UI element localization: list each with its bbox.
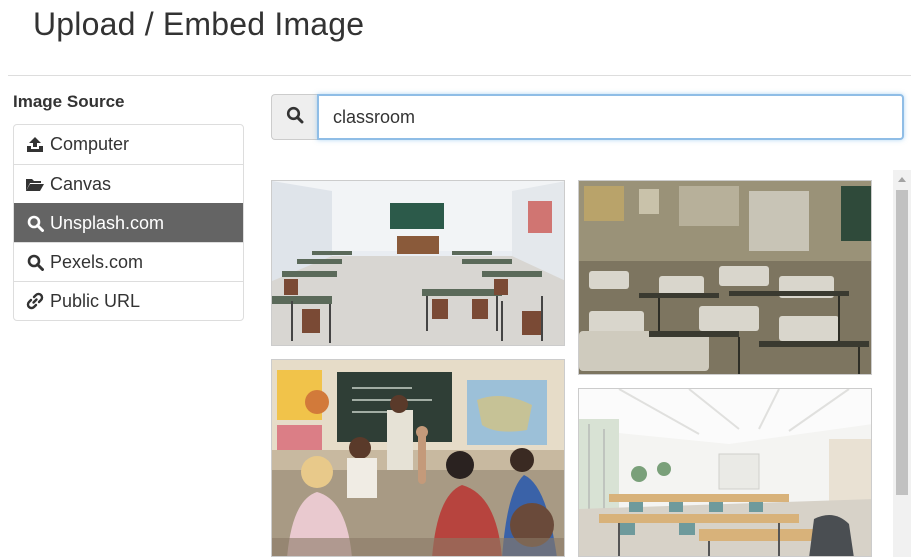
sidebar-item-canvas[interactable]: Canvas (14, 164, 243, 203)
image-results-grid (271, 170, 891, 557)
sidebar-item-label: Computer (50, 134, 130, 154)
sidebar-item-public-url[interactable]: Public URL (14, 281, 243, 320)
sidebar-item-computer[interactable]: Computer (14, 125, 243, 164)
result-image[interactable] (578, 388, 872, 557)
image-source-list: Computer Canvas Unsplash.com Pexels.com (13, 124, 244, 321)
sidebar-item-label: Canvas (50, 173, 112, 194)
sidebar-item-label: Pexels.com (50, 251, 144, 272)
sidebar-item-pexels[interactable]: Pexels.com (14, 242, 243, 281)
sidebar-item-label: Unsplash.com (50, 212, 165, 233)
search-button[interactable] (271, 94, 317, 140)
search-input[interactable] (317, 94, 904, 140)
search-icon (286, 106, 304, 129)
header-divider (8, 75, 911, 76)
results-scrollbar[interactable] (893, 170, 911, 557)
result-image[interactable] (271, 180, 565, 346)
sidebar-heading: Image Source (13, 92, 125, 111)
close-icon[interactable] (905, 20, 911, 30)
dialog-title: Upload / Embed Image (33, 6, 365, 42)
result-image[interactable] (271, 359, 565, 557)
result-image[interactable] (578, 180, 872, 375)
folder-open-icon (24, 175, 46, 193)
scroll-up-arrow-icon[interactable] (893, 170, 911, 188)
search-icon (24, 253, 46, 271)
search-icon (24, 214, 46, 232)
upload-icon (24, 136, 46, 154)
sidebar-item-label: Public URL (50, 290, 141, 311)
search-bar (271, 94, 905, 142)
sidebar-item-unsplash[interactable]: Unsplash.com (14, 203, 243, 242)
link-icon (24, 292, 46, 310)
scrollbar-thumb[interactable] (896, 190, 908, 495)
